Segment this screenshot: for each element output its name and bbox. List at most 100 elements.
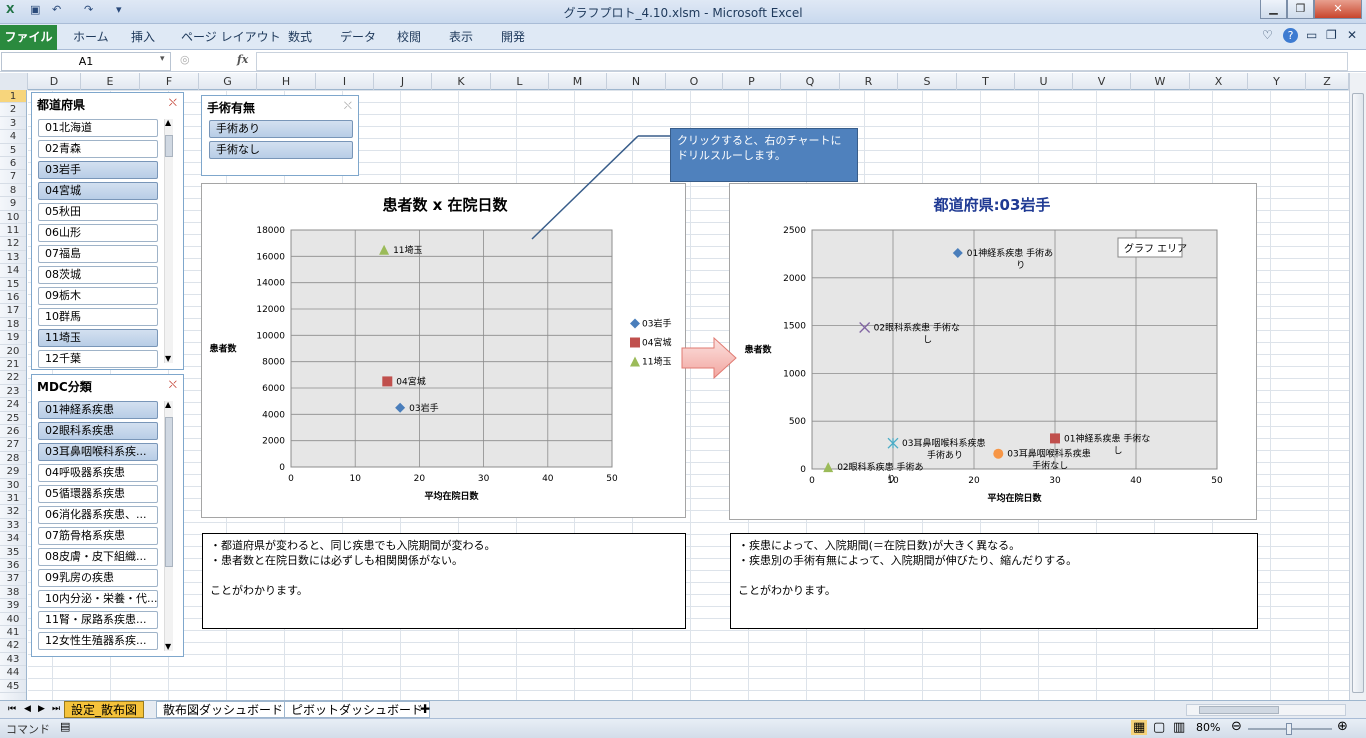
row-header[interactable]: 31 [0, 492, 26, 506]
workbook-restore-icon[interactable]: ❐ [1326, 28, 1337, 42]
slicer-item[interactable]: 01神経系疾患 [38, 401, 158, 419]
column-header[interactable]: K [432, 73, 491, 90]
ribbon-collapse-icon[interactable]: ♡ [1262, 28, 1273, 42]
vertical-scrollbar[interactable] [1349, 73, 1366, 700]
scroll-thumb[interactable] [1199, 706, 1279, 714]
tab-insert[interactable]: 挿入 [131, 28, 155, 45]
help-icon[interactable]: ? [1283, 28, 1298, 43]
insert-function-icon[interactable]: fx [237, 53, 248, 66]
restore-button[interactable]: ❐ [1287, 0, 1314, 19]
column-header[interactable]: I [316, 73, 374, 90]
slicer-item[interactable]: 02青森 [38, 140, 158, 158]
note-left[interactable]: ・都道府県が変わると、同じ疾患でも入院期間が変わる。 ・患者数と在院日数には必ず… [202, 533, 686, 629]
slicer-item[interactable]: 04宮城 [38, 182, 158, 200]
column-header[interactable]: V [1073, 73, 1131, 90]
row-header[interactable]: 43 [0, 653, 26, 667]
column-header[interactable]: Z [1306, 73, 1349, 90]
column-header[interactable]: O [666, 73, 723, 90]
slicer-item[interactable]: 04呼吸器系疾患 [38, 464, 158, 482]
column-header[interactable]: Q [781, 73, 840, 90]
row-header[interactable]: 39 [0, 599, 26, 613]
clear-filter-icon[interactable]: ⛌ [169, 96, 177, 110]
tab-page-layout[interactable]: ページ レイアウト [181, 28, 281, 45]
clear-filter-icon[interactable]: ⛌ [169, 378, 177, 392]
slicer-item[interactable]: 01北海道 [38, 119, 158, 137]
tab-file[interactable]: ファイル [0, 25, 57, 50]
page-layout-view-icon[interactable]: ▢ [1153, 720, 1165, 735]
tab-data[interactable]: データ [340, 28, 376, 45]
slicer-item[interactable]: 08茨城 [38, 266, 158, 284]
row-header[interactable]: 18 [0, 318, 26, 332]
row-header[interactable]: 27 [0, 438, 26, 452]
clear-filter-icon[interactable]: ⛌ [344, 99, 352, 113]
row-header[interactable]: 14 [0, 264, 26, 278]
column-header[interactable]: E [81, 73, 140, 90]
column-header[interactable]: T [957, 73, 1015, 90]
sheet-tab[interactable]: 散布図ダッシュボード [156, 701, 291, 718]
row-header[interactable]: 1 [0, 90, 26, 104]
row-header[interactable]: 41 [0, 626, 26, 640]
insert-sheet-icon[interactable]: ✚ [414, 701, 436, 718]
row-header[interactable]: 10 [0, 211, 26, 224]
formula-input[interactable] [256, 52, 1348, 71]
row-header[interactable]: 36 [0, 559, 26, 573]
sheet-tab[interactable]: ピボットダッシュボード [284, 701, 431, 718]
column-header[interactable]: D [28, 73, 81, 90]
slicer-item[interactable]: 08皮膚・皮下組織... [38, 548, 158, 566]
slicer-item[interactable]: 07福島 [38, 245, 158, 263]
slicer-item[interactable]: 05循環器系疾患 [38, 485, 158, 503]
column-header[interactable]: R [840, 73, 898, 90]
name-box-dropdown-icon[interactable]: ▾ [160, 54, 165, 64]
slicer-item[interactable]: 12千葉 [38, 350, 158, 368]
zoom-in-icon[interactable]: ⊕ [1337, 719, 1348, 734]
row-header[interactable]: 21 [0, 358, 26, 372]
workbook-close-icon[interactable]: ✕ [1347, 28, 1357, 42]
column-header[interactable]: H [257, 73, 316, 90]
row-header[interactable]: 22 [0, 371, 26, 385]
slicer-item[interactable]: 03耳鼻咽喉科系疾... [38, 443, 158, 461]
row-header[interactable]: 15 [0, 278, 26, 291]
formula-expand-icon[interactable]: ◎ [180, 53, 190, 66]
row-header[interactable]: 3 [0, 117, 26, 131]
row-header[interactable]: 30 [0, 479, 26, 492]
row-header[interactable]: 33 [0, 519, 26, 533]
slicer-item[interactable]: 02眼科系疾患 [38, 422, 158, 440]
slicer-item[interactable]: 手術あり [209, 120, 353, 138]
column-header[interactable]: W [1131, 73, 1190, 90]
scroll-thumb[interactable] [1352, 93, 1364, 693]
row-header[interactable]: 5 [0, 144, 26, 157]
slicer-scrollbar[interactable]: ▲ ▼ [164, 401, 173, 651]
zoom-slider[interactable] [1248, 723, 1332, 735]
row-header[interactable]: 37 [0, 572, 26, 586]
slicer-item[interactable]: 09乳房の疾患 [38, 569, 158, 587]
row-header[interactable]: 2 [0, 103, 26, 117]
column-header[interactable]: X [1190, 73, 1248, 90]
row-header[interactable]: 26 [0, 425, 26, 439]
row-header[interactable]: 20 [0, 345, 26, 358]
row-header[interactable]: 16 [0, 291, 26, 305]
slicer-item[interactable]: 10群馬 [38, 308, 158, 326]
normal-view-icon[interactable]: ▦ [1131, 720, 1148, 735]
row-header[interactable]: 24 [0, 398, 26, 412]
column-header[interactable]: S [898, 73, 957, 90]
row-header[interactable]: 32 [0, 505, 26, 519]
row-header[interactable]: 44 [0, 666, 26, 680]
row-header[interactable]: 7 [0, 170, 26, 184]
tab-home[interactable]: ホーム [73, 28, 109, 45]
row-header[interactable]: 17 [0, 304, 26, 318]
slicer-item[interactable]: 06山形 [38, 224, 158, 242]
sheet-tab-active[interactable]: 設定_散布図 [64, 701, 145, 718]
row-header[interactable]: 19 [0, 331, 26, 345]
row-header[interactable]: 8 [0, 184, 26, 198]
chart-right[interactable]: 都道府県:03岩手 0 10 20 30 40 50 0 500 1000 1500 2000 2500… [729, 183, 1257, 520]
column-header[interactable]: P [723, 73, 781, 90]
slicer-item[interactable]: 03岩手 [38, 161, 158, 179]
chart-right-svg[interactable]: 都道府県:03岩手0 10 20 30 40 5005001000150020002500… [730, 184, 1258, 521]
row-header[interactable]: 40 [0, 613, 26, 626]
scroll-thumb[interactable] [165, 417, 173, 567]
tab-view[interactable]: 表示 [449, 28, 473, 45]
slicer-item[interactable]: 11腎・尿路系疾患... [38, 611, 158, 629]
column-header[interactable]: U [1015, 73, 1073, 90]
slicer-item[interactable]: 07筋骨格系疾患 [38, 527, 158, 545]
slicer-scrollbar[interactable]: ▲ ▼ [164, 119, 173, 363]
